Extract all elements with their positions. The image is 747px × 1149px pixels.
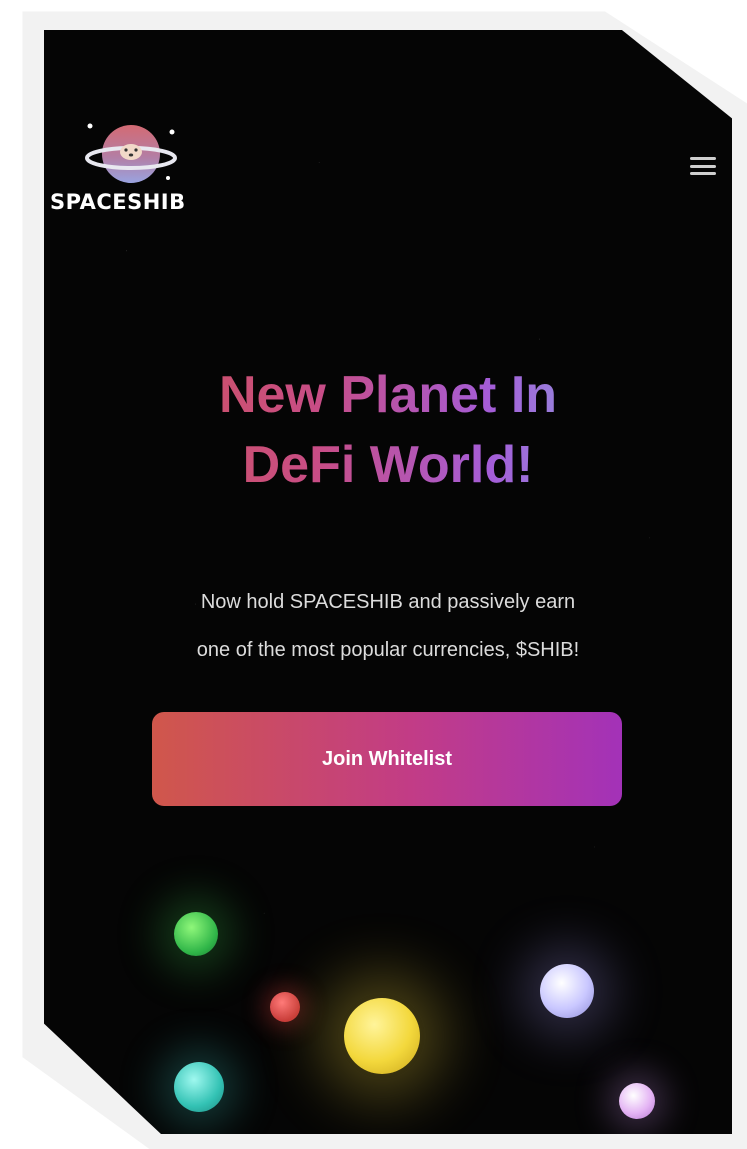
- brand-logo[interactable]: SPACESHIB: [50, 118, 210, 228]
- hamburger-menu-icon: [690, 157, 716, 160]
- hero-title-line-2: DeFi World!: [242, 436, 534, 494]
- yellow-moon-icon: [344, 998, 420, 1074]
- brand-name: SPACESHIB: [50, 190, 186, 214]
- hamburger-menu-button[interactable]: [688, 154, 718, 178]
- hero-subtitle-line-2: one of the most popular currencies, $SHI…: [196, 639, 580, 661]
- hamburger-menu-icon-line: [690, 172, 716, 175]
- pink-planet-icon: [619, 1083, 655, 1119]
- hero-subtitle-line-1: Now hold SPACESHIB and passively earn: [200, 591, 576, 613]
- hero-title-line-1: New Planet In: [218, 366, 558, 424]
- planet-shiba-logo-icon: [85, 123, 177, 183]
- hero-subtitle: Now hold SPACESHIB and passively earn on…: [44, 578, 732, 674]
- hero-title: New Planet In DeFi World!: [44, 360, 732, 500]
- green-planet-icon: [174, 912, 218, 956]
- lavender-planet-icon: [540, 964, 594, 1018]
- join-whitelist-button[interactable]: Join Whitelist: [152, 712, 622, 806]
- red-planet-icon: [270, 992, 300, 1022]
- hamburger-menu-icon-line: [690, 164, 716, 168]
- app-screen: SPACESHIB New Planet In DeFi World! Now …: [44, 30, 732, 1134]
- teal-planet-icon: [174, 1062, 224, 1112]
